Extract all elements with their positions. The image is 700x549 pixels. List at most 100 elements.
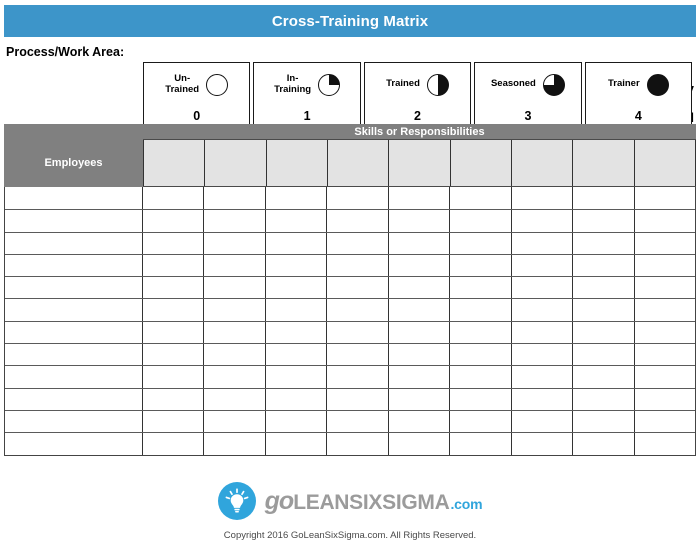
skill-level-cell[interactable] [573,344,635,366]
skill-level-cell[interactable] [635,433,695,454]
skill-level-cell[interactable] [266,187,328,210]
skill-level-cell[interactable] [635,277,695,298]
skill-level-cell[interactable] [204,366,266,388]
skill-level-cell[interactable] [143,210,205,232]
skill-level-cell[interactable] [266,232,328,254]
skill-level-cell[interactable] [143,388,205,410]
skill-level-cell[interactable] [635,210,695,231]
skill-level-cell[interactable] [512,210,574,232]
skill-level-cell[interactable] [327,321,389,344]
skill-level-cell[interactable] [204,344,266,366]
skill-level-cell[interactable] [635,344,695,365]
skill-level-cell[interactable] [512,299,574,321]
skill-column-header-1[interactable] [205,140,267,186]
skill-level-cell[interactable] [573,410,635,433]
employee-name-cell[interactable] [5,210,143,232]
employee-name-cell[interactable] [5,232,143,254]
employee-name-cell[interactable] [5,254,143,277]
skill-level-cell[interactable] [450,254,512,277]
skill-level-cell[interactable] [512,277,574,299]
employee-name-cell[interactable] [5,299,143,321]
employee-name-cell[interactable] [5,388,143,410]
skill-column-header-0[interactable] [143,140,206,186]
skill-column-header-5[interactable] [450,140,512,186]
skill-level-cell[interactable] [635,366,695,387]
skill-level-cell[interactable] [573,232,635,254]
skill-level-cell[interactable] [327,388,389,410]
skill-level-cell[interactable] [204,277,266,299]
skill-level-cell[interactable] [266,433,328,455]
skill-level-cell[interactable] [573,277,635,299]
skill-level-cell[interactable] [450,410,512,433]
skill-level-cell[interactable] [450,187,512,210]
skill-level-cell[interactable] [327,344,389,366]
skill-level-cell[interactable] [635,233,695,254]
skill-level-cell[interactable] [450,232,512,254]
skill-level-cell[interactable] [635,299,695,320]
employee-name-cell[interactable] [5,344,143,366]
skill-level-cell[interactable] [266,277,328,299]
employee-name-cell[interactable] [5,410,143,433]
skill-level-cell[interactable] [327,410,389,433]
skill-level-cell[interactable] [266,366,328,388]
employee-name-cell[interactable] [5,187,143,210]
skill-level-cell[interactable] [143,410,205,433]
skill-level-cell[interactable] [327,277,389,299]
skill-level-cell[interactable] [204,410,266,433]
skill-level-cell[interactable] [389,210,451,232]
skill-level-cell[interactable] [512,388,574,410]
skill-level-cell[interactable] [573,299,635,321]
skill-level-cell[interactable] [450,344,512,366]
skill-level-cell[interactable] [266,299,328,321]
skill-level-cell[interactable] [635,389,695,410]
skill-level-cell[interactable] [389,433,451,455]
skill-level-cell[interactable] [635,411,695,432]
skill-level-cell[interactable] [204,187,266,210]
skill-level-cell[interactable] [204,210,266,232]
skill-level-cell[interactable] [389,344,451,366]
skill-level-cell[interactable] [635,187,695,209]
skill-level-cell[interactable] [266,410,328,433]
skill-column-header-7[interactable] [573,140,635,186]
employee-name-cell[interactable] [5,277,143,299]
employee-name-cell[interactable] [5,321,143,344]
skill-level-cell[interactable] [327,433,389,455]
employee-name-cell[interactable] [5,433,143,455]
skill-level-cell[interactable] [389,410,451,433]
skill-level-cell[interactable] [327,187,389,210]
skill-level-cell[interactable] [512,254,574,277]
skill-level-cell[interactable] [450,299,512,321]
skill-level-cell[interactable] [143,299,205,321]
skill-level-cell[interactable] [512,232,574,254]
skill-level-cell[interactable] [204,299,266,321]
skill-level-cell[interactable] [512,433,574,455]
skill-level-cell[interactable] [512,410,574,433]
skill-level-cell[interactable] [204,388,266,410]
skill-level-cell[interactable] [204,254,266,277]
skill-level-cell[interactable] [143,321,205,344]
skill-level-cell[interactable] [573,366,635,388]
skill-level-cell[interactable] [204,433,266,455]
skill-level-cell[interactable] [573,187,635,210]
skill-level-cell[interactable] [512,321,574,344]
skill-level-cell[interactable] [389,388,451,410]
skill-level-cell[interactable] [450,366,512,388]
skill-level-cell[interactable] [450,321,512,344]
skill-level-cell[interactable] [204,321,266,344]
skill-column-header-3[interactable] [327,140,390,186]
skill-level-cell[interactable] [327,366,389,388]
skill-level-cell[interactable] [327,232,389,254]
skill-level-cell[interactable] [143,232,205,254]
skill-level-cell[interactable] [266,210,328,232]
employee-name-cell[interactable] [5,366,143,388]
skill-level-cell[interactable] [389,232,451,254]
skill-level-cell[interactable] [143,187,205,210]
skill-level-cell[interactable] [573,321,635,344]
skill-level-cell[interactable] [512,187,574,210]
skill-level-cell[interactable] [389,187,451,210]
skill-column-header-6[interactable] [511,140,574,186]
skill-level-cell[interactable] [266,321,328,344]
skill-level-cell[interactable] [143,344,205,366]
skill-level-cell[interactable] [389,321,451,344]
skill-level-cell[interactable] [327,254,389,277]
